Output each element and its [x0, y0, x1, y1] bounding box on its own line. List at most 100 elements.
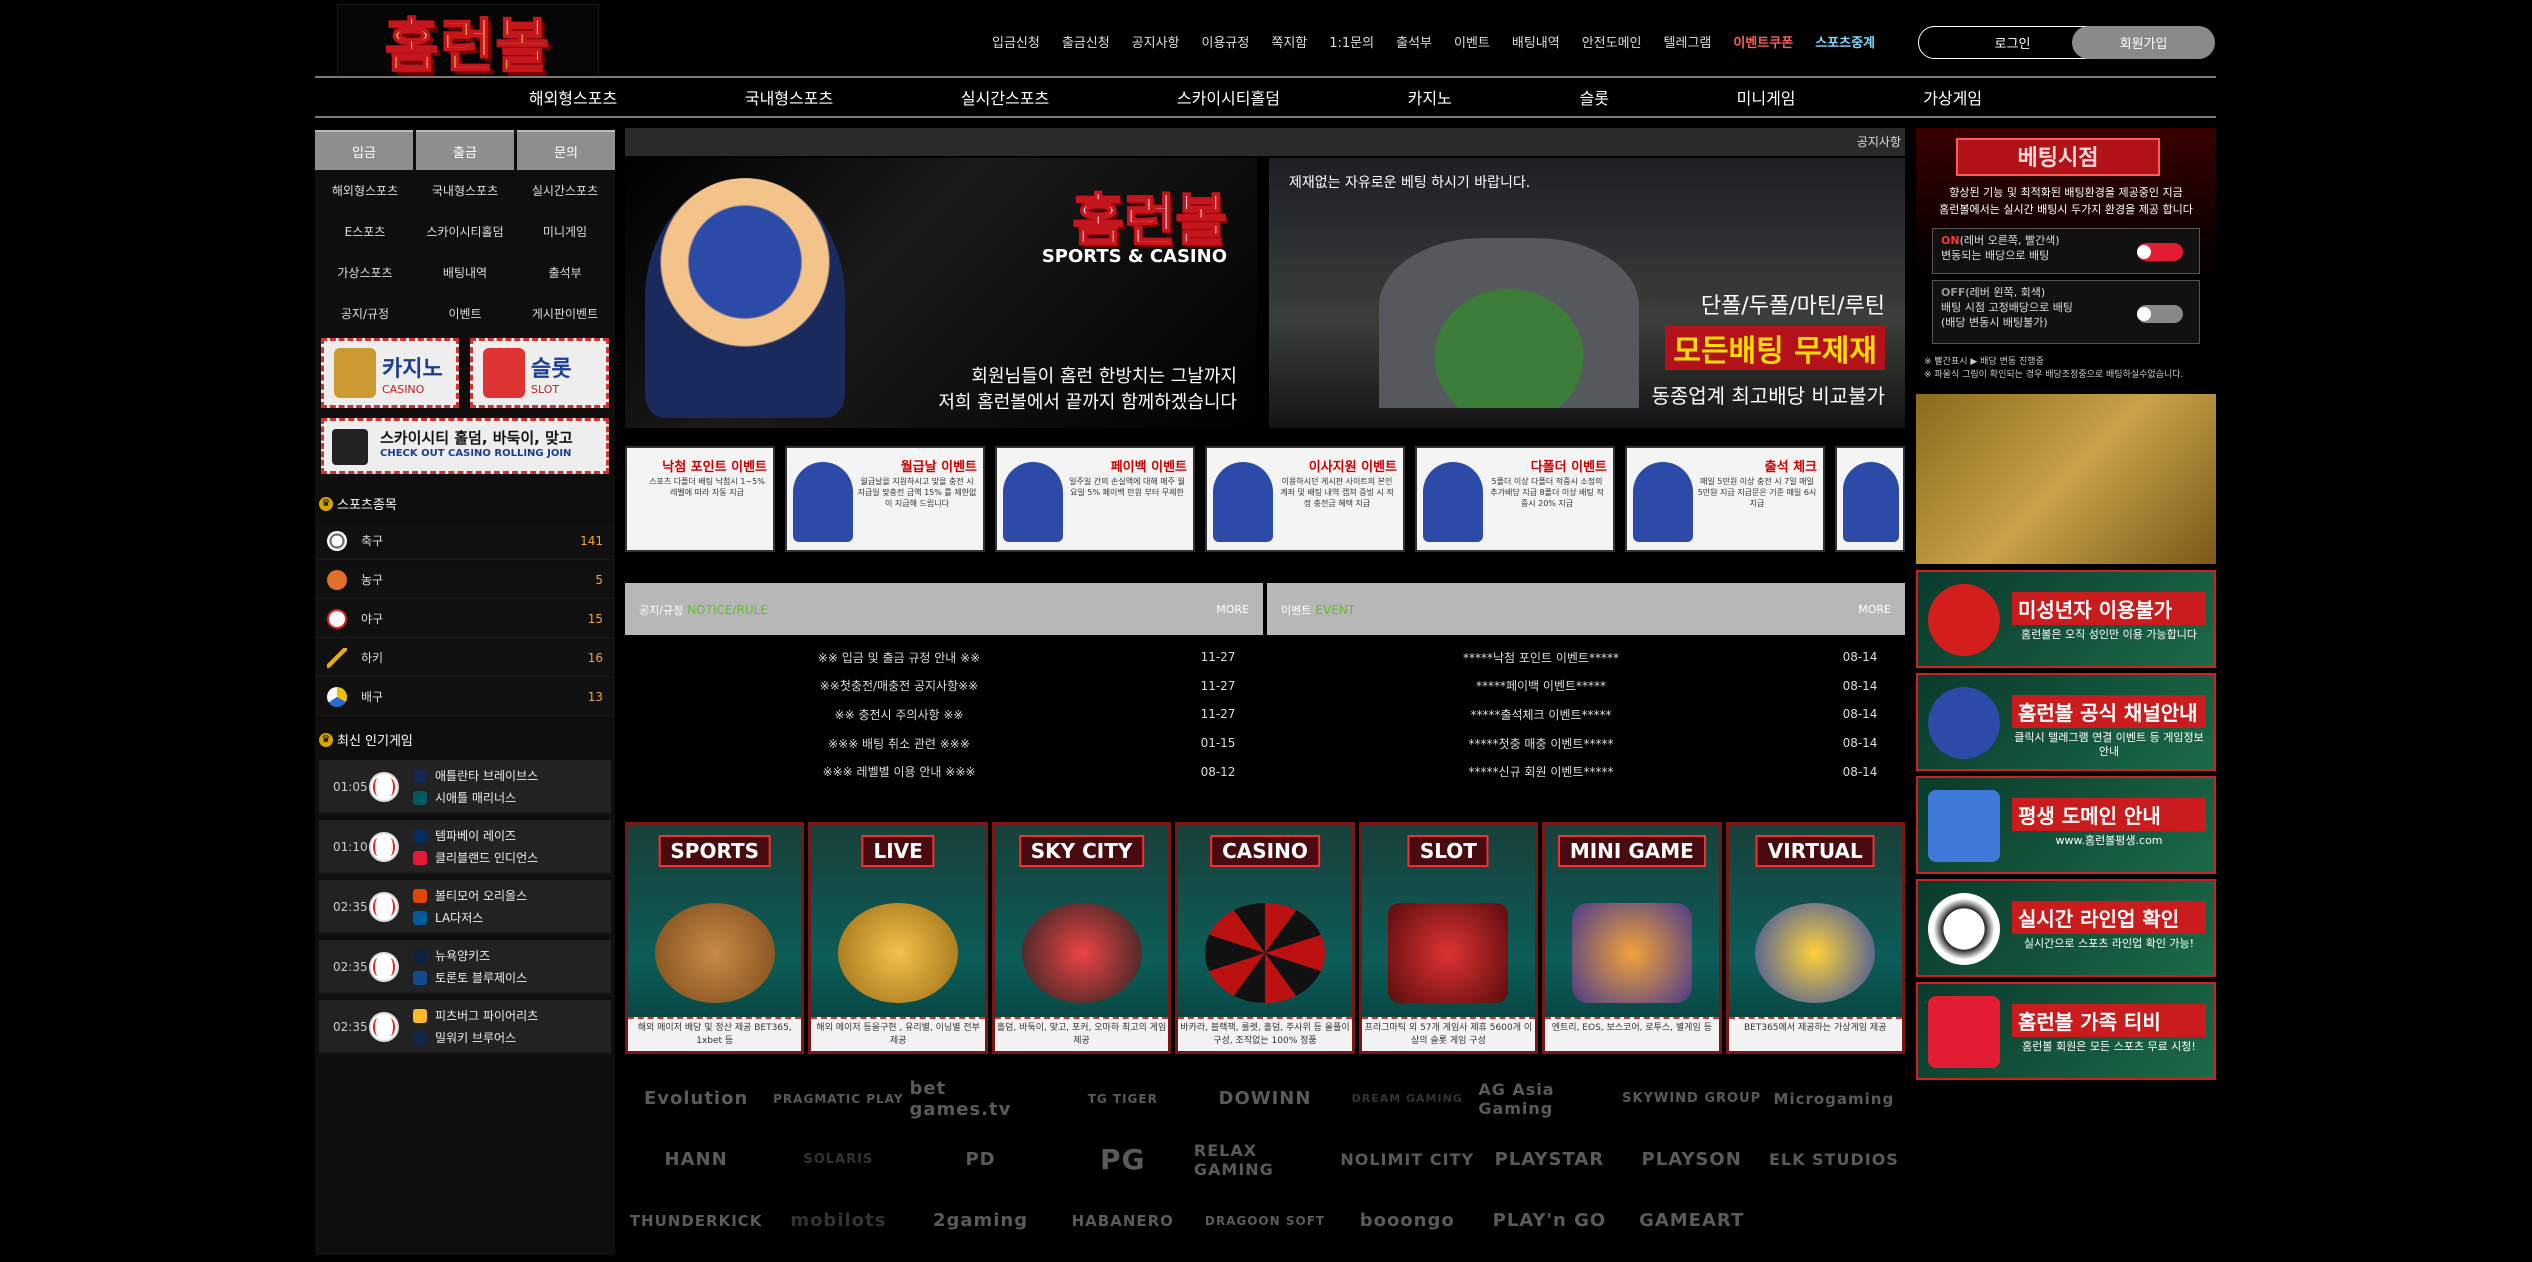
game-card-casino[interactable]: CASINO 바카라, 블랙잭, 룰렛, 홀덤, 주사위 등 올플이 구성, 조작…: [1175, 822, 1355, 1054]
adult-only-banner[interactable]: 미성년자 이용불가 홈런볼은 오직 성인만 이용 가능합니다: [1916, 570, 2216, 668]
game-card-live[interactable]: LIVE 해외 메이저 등을구현 , 유리별, 이닝별 전부 제공: [808, 822, 988, 1054]
quick-link[interactable]: 공지/규정: [315, 293, 415, 334]
quick-link[interactable]: 미니게임: [515, 211, 615, 252]
top-nav-safe-domain[interactable]: 안전도메인: [1571, 32, 1653, 51]
main-content: 공지사항 홈런볼 SPORTS & CASINO 회원님들이 홈런 한방치는 그…: [625, 128, 1905, 1231]
banner-brand-text: 홈런볼: [1071, 188, 1228, 255]
baseball-icon: [369, 771, 399, 802]
provider-logo: TG TIGER: [1087, 1091, 1158, 1106]
provider-logos: Evolution PRAGMATIC PLAY bet games.tv TG…: [625, 1076, 1905, 1243]
quick-link[interactable]: 출석부: [515, 252, 615, 293]
main-nav-virtual[interactable]: 가상게임: [1923, 85, 1982, 109]
sport-item-soccer[interactable]: 축구 141: [315, 522, 615, 560]
quick-link[interactable]: 배팅내역: [415, 252, 515, 293]
join-button[interactable]: 회원가입: [2072, 26, 2215, 59]
top-nav-notice[interactable]: 공지사항: [1121, 32, 1191, 51]
main-nav-slot[interactable]: 슬롯: [1579, 85, 1608, 109]
quick-link[interactable]: 이벤트: [415, 293, 515, 334]
family-tv-banner[interactable]: 홈런볼 가족 티비 홈런볼 회원은 모든 스포츠 무료 시청!: [1916, 982, 2216, 1080]
event-card[interactable]: 페이백 이벤트 일주일 간의 손실액에 대해 매주 월요일 5% 페이백 만원 부…: [995, 446, 1195, 552]
notice-row[interactable]: ※※첫충전/매충전 공지사항※※ 11-27: [625, 672, 1263, 701]
quick-link[interactable]: 해외형스포츠: [315, 170, 415, 211]
top-nav-telegram[interactable]: 텔레그램: [1653, 32, 1723, 51]
match-row[interactable]: 02:35 볼티모어 오리올스 LA다저스: [319, 880, 611, 936]
match-row[interactable]: 02:35 뉴욕양키즈 토론토 블루제이스: [319, 940, 611, 996]
no-entry-icon: [1928, 584, 2000, 656]
top-nav-coupon[interactable]: 이벤트쿠폰: [1722, 32, 1804, 51]
tab-withdraw[interactable]: 출금: [416, 130, 514, 170]
sport-item-basketball[interactable]: 농구 5: [315, 561, 615, 599]
hero-banner-brand[interactable]: 홈런볼 SPORTS & CASINO 회원님들이 홈런 한방치는 그날까지 저…: [625, 158, 1257, 428]
main-nav-minigame[interactable]: 미니게임: [1737, 85, 1796, 109]
game-card-slot[interactable]: SLOT 프라그마틱 외 57개 게임사 제휴 5600개 이상의 슬롯 게임 구…: [1358, 822, 1539, 1054]
quick-link[interactable]: 스카이시티홀덤: [415, 211, 515, 252]
main-nav-domestic-sports[interactable]: 국내형스포츠: [745, 85, 833, 109]
top-nav-inquiry[interactable]: 1:1문의: [1318, 32, 1385, 51]
top-nav-rules[interactable]: 이용규정: [1191, 32, 1261, 51]
notice-more-link[interactable]: MORE: [1216, 603, 1249, 616]
banner-b-line2: 모든배팅 무제재: [1665, 326, 1885, 370]
notice-row[interactable]: ※※※ 레벨별 이용 안내 ※※※ 08-12: [625, 757, 1263, 786]
provider-logo: bet games.tv: [909, 1077, 1012, 1120]
main-nav-live-sports[interactable]: 실시간스포츠: [961, 85, 1049, 109]
quick-link[interactable]: 게시판이벤트: [515, 293, 615, 334]
event-card[interactable]: [1835, 446, 1905, 552]
event-row[interactable]: *****출석체크 이벤트***** 08-14: [1267, 700, 1905, 729]
top-nav-sports-stream[interactable]: 스포츠중계: [1804, 32, 1886, 51]
event-card[interactable]: 이사지원 이벤트 이용하시던 게시판 사이트의 본인 계좌 및 배팅 내역 캡쳐 …: [1205, 446, 1405, 552]
notice-row[interactable]: ※※ 입금 및 출금 규정 안내 ※※ 11-27: [625, 643, 1263, 672]
team-logo: [413, 790, 427, 805]
sport-item-hockey[interactable]: 하키 16: [315, 639, 615, 677]
main-nav-overseas-sports[interactable]: 해외형스포츠: [529, 85, 617, 109]
sport-item-baseball[interactable]: 야구 15: [315, 600, 615, 638]
event-card[interactable]: 출석 체크 매일 5만원 이상 충전 시 7일 매일 5만원 지급 지급문은 기준…: [1625, 446, 1825, 552]
top-nav-deposit[interactable]: 입금신청: [981, 32, 1051, 51]
main-nav-skycity[interactable]: 스카이시티홀덤: [1177, 85, 1280, 109]
telegram-channel-banner[interactable]: 홈런볼 공식 채널안내 클릭시 텔레그램 연결 이벤트 등 게임정보 안내: [1916, 673, 2216, 771]
match-row[interactable]: 01:10 템파베이 레이즈 클리블랜드 인디언스: [319, 820, 611, 876]
quick-link[interactable]: 국내형스포츠: [415, 170, 515, 211]
game-card-skycity[interactable]: SKY CITY 홀덤, 바둑이, 맞고, 포커, 오마하 최고의 게임 제공: [991, 822, 1172, 1054]
match-row[interactable]: 02:35 피츠버그 파이어리츠 밀워키 브루어스: [319, 1000, 611, 1056]
main-nav-casino[interactable]: 카지노: [1408, 85, 1452, 109]
sport-item-volleyball[interactable]: 배구 13: [315, 678, 615, 716]
slot-banner-button[interactable]: 슬롯 SLOT: [470, 338, 609, 408]
notice-ticker[interactable]: 공지사항: [625, 128, 1905, 156]
odds-toggle-on[interactable]: [2137, 243, 2183, 261]
event-card[interactable]: 낙첨 포인트 이벤트 스포츠 다폴더 배팅 낙첨시 1~5% 레벨에 따라 자동 …: [625, 446, 775, 552]
game-card-virtual[interactable]: VIRTUAL BET365에서 제공하는 가상게임 제공: [1725, 822, 1905, 1054]
event-card[interactable]: 월급날 이벤트 월급날을 지원하시고 맞을 충전 시 지급일 맞충전 금액 15%…: [785, 446, 985, 552]
top-nav-attendance[interactable]: 출석부: [1385, 32, 1443, 51]
domain-guide-banner[interactable]: 평생 도메인 안내 www.홈런볼평생.com: [1916, 776, 2216, 874]
match-row[interactable]: 01:05 애틀란타 브레이브스 시애틀 매리너스: [319, 760, 611, 816]
tab-deposit[interactable]: 입금: [315, 130, 413, 170]
top-nav-withdraw[interactable]: 출금신청: [1051, 32, 1121, 51]
odds-toggle-off[interactable]: [2137, 305, 2183, 323]
event-row[interactable]: *****페이백 이벤트***** 08-14: [1267, 672, 1905, 701]
quick-link[interactable]: 가상스포츠: [315, 252, 415, 293]
hero-banner-stadium[interactable]: 제재없는 자유로운 베팅 하시기 바랍니다. 단폴/두폴/마틴/루틴 모든배팅 …: [1269, 158, 1905, 428]
top-nav: 입금신청 출금신청 공지사항 이용규정 쪽지함 1:1문의 출석부 이벤트 배팅…: [981, 32, 1886, 51]
site-logo[interactable]: 홈런볼: [337, 4, 599, 81]
top-nav-messages[interactable]: 쪽지함: [1260, 32, 1318, 51]
event-row[interactable]: *****첫충 매충 이벤트***** 08-14: [1267, 729, 1905, 758]
notice-row[interactable]: ※※※ 배팅 취소 관련 ※※※ 01-15: [625, 729, 1263, 758]
event-row[interactable]: *****낙첨 포인트 이벤트***** 08-14: [1267, 643, 1905, 672]
game-card-sports[interactable]: SPORTS 해외 메이저 배당 및 정산 제공 BET365, 1xbet 등: [625, 822, 805, 1054]
quick-link[interactable]: E스포츠: [315, 211, 415, 252]
skycity-gold-banner[interactable]: [1916, 394, 2216, 564]
provider-logo: 2gaming: [932, 1210, 1029, 1231]
top-nav-bet-history[interactable]: 배팅내역: [1501, 32, 1571, 51]
team-logo: [413, 1030, 427, 1045]
event-row[interactable]: *****신규 회원 이벤트***** 08-14: [1267, 757, 1905, 786]
top-nav-events[interactable]: 이벤트: [1443, 32, 1501, 51]
live-lineup-banner[interactable]: 실시간 라인업 확인 실시간으로 스포츠 라인업 확인 가능!: [1916, 879, 2216, 977]
tab-inquiry[interactable]: 문의: [517, 130, 615, 170]
quick-link[interactable]: 실시간스포츠: [515, 170, 615, 211]
skycity-banner-button[interactable]: 스카이시티 홀덤, 바둑이, 맞고 CHECK OUT CASINO ROLLI…: [321, 418, 609, 474]
event-card[interactable]: 다폴더 이벤트 5폴더 이상 다폴더 적중시 소정의 추가배당 지급 8폴더 이상…: [1415, 446, 1615, 552]
casino-banner-button[interactable]: 카지노SLOTCASINO: [321, 338, 459, 408]
event-more-link[interactable]: MORE: [1858, 603, 1891, 616]
game-card-minigame[interactable]: MINI GAME 엔트리, EOS, 보스코어, 로투스, 별게임 등: [1542, 822, 1722, 1054]
notice-row[interactable]: ※※ 충전시 주의사항 ※※ 11-27: [625, 700, 1263, 729]
